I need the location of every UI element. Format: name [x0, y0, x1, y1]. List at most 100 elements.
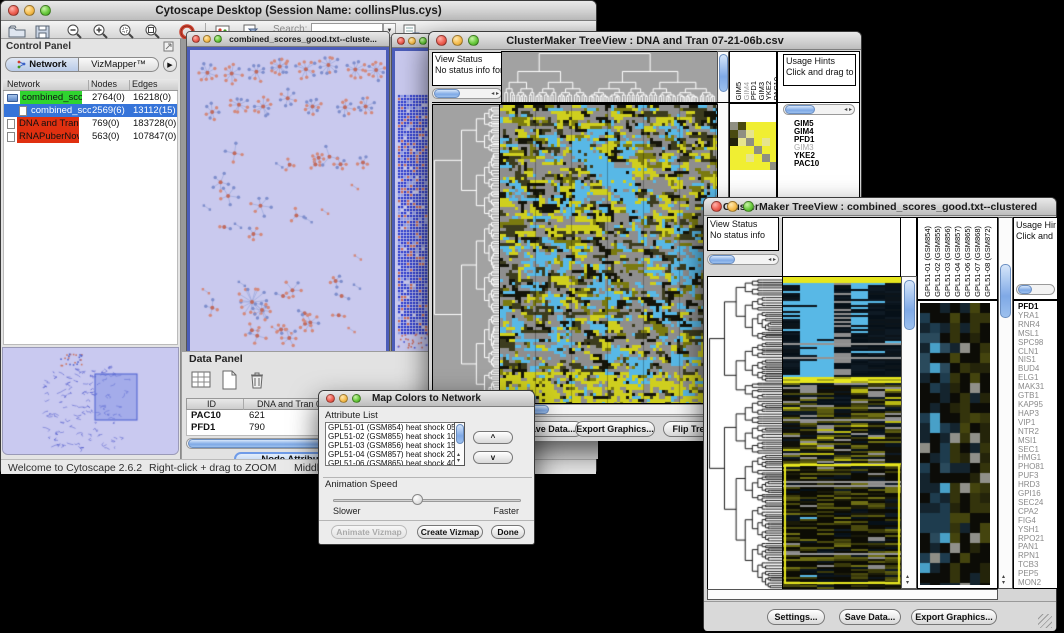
- network-row[interactable]: RNAPuberNov2+ 563(0) 107847(0): [4, 130, 177, 143]
- scroll-arrows[interactable]: ◂ ▸: [844, 107, 852, 113]
- delete-attribute-icon[interactable]: [246, 369, 268, 391]
- zoom-matrix-cell[interactable]: [770, 122, 777, 130]
- gene-label[interactable]: PAC10: [794, 160, 819, 168]
- main-titlebar[interactable]: Cytoscape Desktop (Session Name: collins…: [1, 1, 596, 21]
- tv2-gene-dendrogram[interactable]: [707, 276, 783, 591]
- settings-button[interactable]: Settings...: [767, 609, 825, 625]
- network-row[interactable]: combined_sco 2569(6) 13112(15): [4, 104, 177, 117]
- id-column-header[interactable]: ID: [207, 399, 216, 409]
- tv1-status-scrollbar[interactable]: ◂ ▸: [432, 88, 502, 99]
- zoom-matrix-cell[interactable]: [754, 138, 762, 146]
- birdseye-view[interactable]: [3, 348, 178, 454]
- zoom-matrix-cell[interactable]: [770, 138, 777, 146]
- column-label[interactable]: GPL51-03 (GSM856): [943, 226, 952, 297]
- tab-overflow-button[interactable]: ▶: [163, 57, 177, 72]
- column-label[interactable]: GPL51-08 (GSM872): [983, 226, 992, 297]
- close-button[interactable]: [8, 5, 19, 16]
- zoom-matrix-cell[interactable]: [730, 122, 738, 130]
- column-label[interactable]: GPL51-02 (GSM855): [933, 226, 942, 297]
- zoom-button[interactable]: [352, 394, 361, 403]
- attribute-item[interactable]: GPL51-01 (GSM854) heat shock 05 min: [326, 423, 464, 432]
- tv1-zoom-hscrollbar[interactable]: ◂ ▸: [783, 104, 855, 115]
- column-label[interactable]: GPL51-01 (GSM854): [923, 226, 932, 297]
- speed-slider-thumb[interactable]: [412, 494, 423, 505]
- tv1-gene-dendrogram[interactable]: [432, 104, 500, 404]
- zoom-matrix-cell[interactable]: [770, 162, 777, 170]
- tv1-global-heatmap[interactable]: [499, 104, 718, 404]
- zoom-matrix-cell[interactable]: [746, 162, 754, 170]
- close-button[interactable]: [192, 35, 200, 43]
- export-graphics-button[interactable]: Export Graphics...: [911, 609, 997, 625]
- animate-vizmap-button[interactable]: Animate Vizmap: [331, 525, 407, 539]
- zoom-matrix-cell[interactable]: [754, 162, 762, 170]
- tab-vizmapper[interactable]: VizMapper™: [79, 57, 159, 72]
- zoom-matrix-cell[interactable]: [762, 122, 770, 130]
- scroll-arrows[interactable]: ▴▾: [1002, 574, 1005, 586]
- done-button[interactable]: Done: [491, 525, 525, 539]
- close-button[interactable]: [326, 394, 335, 403]
- attribute-item[interactable]: GPL51-03 (GSM856) heat shock 15 min: [326, 441, 464, 450]
- column-label[interactable]: GPL51-07 (GSM868): [973, 226, 982, 297]
- zoom-matrix-cell[interactable]: [730, 138, 738, 146]
- close-button[interactable]: [397, 37, 405, 45]
- minimize-button[interactable]: [452, 35, 463, 46]
- zoom-matrix-cell[interactable]: [746, 130, 754, 138]
- tv2-bottom-hscrollbar[interactable]: [707, 589, 998, 600]
- treeview1-titlebar[interactable]: ClusterMaker TreeView : DNA and Tran 07-…: [429, 32, 861, 50]
- tv2-global-heatmap[interactable]: [782, 276, 903, 591]
- zoom-matrix-cell[interactable]: [730, 154, 738, 162]
- network-view-1[interactable]: [190, 50, 386, 357]
- save-data-button[interactable]: Save Data...: [839, 609, 901, 625]
- zoom-matrix-cell[interactable]: [730, 130, 738, 138]
- move-up-button[interactable]: ^: [473, 431, 513, 444]
- tv2-hints-scrollbar[interactable]: [1016, 284, 1055, 295]
- zoom-matrix-cell[interactable]: [754, 154, 762, 162]
- zoom-matrix-cell[interactable]: [762, 130, 770, 138]
- zoom-matrix-cell[interactable]: [746, 146, 754, 154]
- zoom-matrix-cell[interactable]: [762, 138, 770, 146]
- attribute-item[interactable]: GPL51-06 (GSM865) heat shock 40 min: [326, 459, 464, 466]
- zoom-matrix-cell[interactable]: [762, 154, 770, 162]
- zoom-matrix-cell[interactable]: [738, 122, 746, 130]
- zoom-button[interactable]: [214, 35, 222, 43]
- zoom-matrix-cell[interactable]: [754, 146, 762, 154]
- col-edges[interactable]: Edges: [132, 79, 158, 89]
- new-attribute-icon[interactable]: [218, 369, 240, 391]
- close-button[interactable]: [436, 35, 447, 46]
- dialog-titlebar[interactable]: Map Colors to Network: [319, 391, 534, 407]
- scroll-arrows[interactable]: ◂ ▸: [768, 257, 776, 263]
- gene-label[interactable]: MON2: [1018, 579, 1057, 588]
- attribute-item[interactable]: GPL51-02 (GSM855) heat shock 10 min: [326, 432, 464, 441]
- zoom-button[interactable]: [40, 5, 51, 16]
- zoom-matrix-cell[interactable]: [770, 146, 777, 154]
- zoom-matrix-cell[interactable]: [762, 162, 770, 170]
- scroll-arrows[interactable]: ▴▾: [906, 574, 909, 586]
- minimize-button[interactable]: [408, 37, 416, 45]
- create-vizmap-button[interactable]: Create Vizmap: [417, 525, 483, 539]
- speed-slider-track[interactable]: [333, 499, 521, 502]
- float-panel-icon[interactable]: [163, 41, 174, 52]
- zoom-matrix-cell[interactable]: [730, 146, 738, 154]
- column-label[interactable]: GPL51-04 (GSM857): [953, 226, 962, 297]
- zoom-matrix-cell[interactable]: [754, 122, 762, 130]
- scroll-arrows[interactable]: ▴▾: [457, 452, 460, 464]
- attribute-list-scrollbar[interactable]: ▴▾: [454, 422, 465, 466]
- minimize-button[interactable]: [203, 35, 211, 43]
- network-window1-titlebar[interactable]: combined_scores_good.txt--cluste...: [187, 32, 389, 47]
- zoom-matrix-cell[interactable]: [770, 130, 777, 138]
- tv1-array-dendrogram[interactable]: [501, 51, 718, 104]
- network-row[interactable]: combined_scores 2764(0) 16218(0): [4, 91, 177, 104]
- minimize-button[interactable]: [24, 5, 35, 16]
- zoom-matrix-cell[interactable]: [746, 154, 754, 162]
- zoom-button[interactable]: [419, 37, 427, 45]
- minimize-button[interactable]: [339, 394, 348, 403]
- export-graphics-button[interactable]: Export Graphics...: [575, 421, 655, 437]
- network-row[interactable]: DNA and Tran 07 769(0) 183728(0): [4, 117, 177, 130]
- zoom-matrix-cell[interactable]: [746, 122, 754, 130]
- attribute-list[interactable]: GPL51-01 (GSM854) heat shock 05 minGPL51…: [325, 422, 465, 466]
- zoom-matrix-cell[interactable]: [746, 138, 754, 146]
- zoom-matrix-cell[interactable]: [770, 154, 777, 162]
- zoom-matrix-cell[interactable]: [738, 130, 746, 138]
- zoom-matrix-cell[interactable]: [762, 146, 770, 154]
- tab-network[interactable]: Network: [5, 57, 79, 72]
